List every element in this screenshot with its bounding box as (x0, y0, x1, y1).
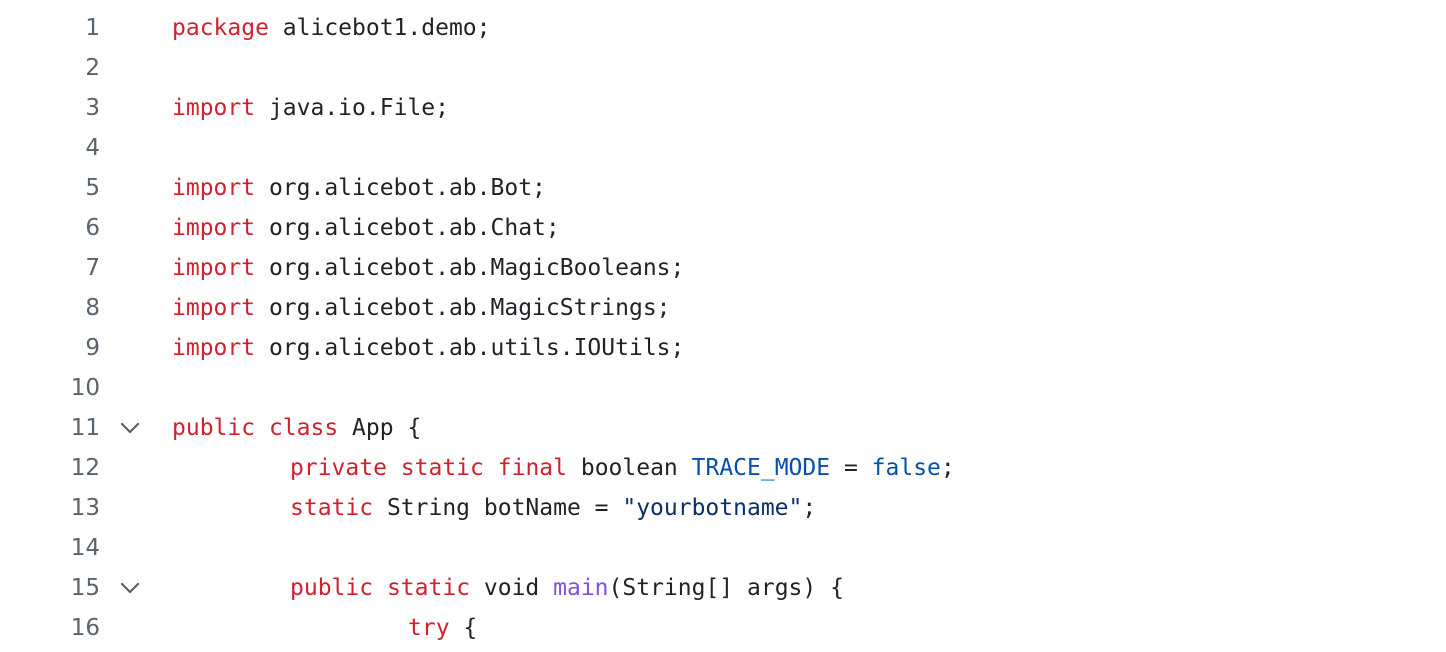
token-plain: App { (338, 415, 422, 441)
code-line: 16 try { (0, 608, 1446, 648)
code-line: 10 (0, 368, 1446, 408)
code-text: import org.alicebot.ab.utils.IOUtils; (172, 328, 684, 368)
code-line: 5 import org.alicebot.ab.Bot; (0, 168, 1446, 208)
code-text: import org.alicebot.ab.MagicBooleans; (172, 248, 684, 288)
token-const: TRACE_MODE (691, 455, 831, 481)
code-text: import java.io.File; (172, 88, 449, 128)
code-line: 11 public class App { (0, 408, 1446, 448)
line-number[interactable]: 3 (0, 88, 100, 128)
token-keyword: private (290, 455, 387, 481)
line-number[interactable]: 2 (0, 48, 100, 88)
line-number[interactable]: 4 (0, 128, 100, 168)
token-keyword: import (172, 295, 256, 321)
code-line: 15 public static void main(String[] args)… (0, 568, 1446, 608)
line-number[interactable]: 12 (0, 448, 100, 488)
code-text: private static final boolean TRACE_MODE … (290, 448, 955, 488)
line-number[interactable]: 10 (0, 368, 100, 408)
code-line: 3 import java.io.File; (0, 88, 1446, 128)
code-text: public class App { (172, 408, 421, 448)
line-number[interactable]: 5 (0, 168, 100, 208)
code-text: public static void main(String[] args) { (290, 568, 844, 608)
token-keyword: package (172, 15, 269, 41)
code-text: import org.alicebot.ab.MagicStrings; (172, 288, 671, 328)
chevron-down-icon[interactable] (118, 577, 142, 599)
token-plain: (String[] args) { (608, 575, 844, 601)
line-number[interactable]: 6 (0, 208, 100, 248)
token-plain: org.alicebot.ab.utils.IOUtils; (255, 335, 685, 361)
token-plain: java.io.File; (255, 95, 449, 121)
code-line: 9 import org.alicebot.ab.utils.IOUtils; (0, 328, 1446, 368)
code-line: 1 package alicebot1.demo; (0, 8, 1446, 48)
token-keyword: try (408, 615, 450, 641)
line-number[interactable]: 14 (0, 528, 100, 568)
code-line: 12 private static final boolean TRACE_MOD… (0, 448, 1446, 488)
line-number[interactable]: 7 (0, 248, 100, 288)
token-string: "yourbotname" (622, 495, 803, 521)
token-plain: alicebot1.demo; (268, 15, 491, 41)
code-line: 6 import org.alicebot.ab.Chat; (0, 208, 1446, 248)
token-keyword: static (290, 495, 374, 521)
token-keyword: final (497, 455, 567, 481)
token-keyword: import (172, 175, 256, 201)
code-line: 4 (0, 128, 1446, 168)
code-line: 13 static String botName = "yourbotname"; (0, 488, 1446, 528)
token-func: main (553, 575, 609, 601)
token-plain: ; (940, 455, 955, 481)
token-plain: ; (802, 495, 817, 521)
line-number[interactable]: 1 (0, 8, 100, 48)
token-keyword: class (268, 415, 339, 441)
line-number[interactable]: 11 (0, 408, 100, 448)
token-keyword: public (290, 575, 374, 601)
token-plain: org.alicebot.ab.Bot; (255, 175, 546, 201)
token-plain: org.alicebot.ab.MagicBooleans; (255, 255, 685, 281)
token-keyword: public (172, 415, 256, 441)
token-keyword: import (172, 95, 256, 121)
line-number[interactable]: 15 (0, 568, 100, 608)
code-text: static String botName = "yourbotname"; (290, 488, 816, 528)
line-number[interactable]: 16 (0, 608, 100, 648)
line-number[interactable]: 9 (0, 328, 100, 368)
token-plain: = (830, 455, 872, 481)
code-line: 8 import org.alicebot.ab.MagicStrings; (0, 288, 1446, 328)
token-plain: boolean (567, 455, 692, 481)
token-keyword: static (400, 455, 484, 481)
code-text: import org.alicebot.ab.Bot; (172, 168, 546, 208)
code-line: 14 (0, 528, 1446, 568)
token-const: false (871, 455, 941, 481)
token-keyword: import (172, 215, 256, 241)
code-line: 7 import org.alicebot.ab.MagicBooleans; (0, 248, 1446, 288)
code-text: import org.alicebot.ab.Chat; (172, 208, 560, 248)
token-plain: org.alicebot.ab.MagicStrings; (255, 295, 671, 321)
token-plain: void (470, 575, 554, 601)
code-view: 1 package alicebot1.demo; 2 3 import java.io… (0, 0, 1446, 652)
line-number[interactable]: 13 (0, 488, 100, 528)
token-keyword: import (172, 335, 256, 361)
code-line: 2 (0, 48, 1446, 88)
code-text: package alicebot1.demo; (172, 8, 491, 48)
chevron-down-icon[interactable] (118, 417, 142, 439)
token-keyword: static (386, 575, 471, 601)
token-keyword: import (172, 255, 256, 281)
token-plain: { (449, 615, 478, 641)
line-number[interactable]: 8 (0, 288, 100, 328)
token-plain: String botName = (373, 495, 623, 521)
token-plain: org.alicebot.ab.Chat; (255, 215, 560, 241)
code-text: try { (408, 608, 477, 648)
